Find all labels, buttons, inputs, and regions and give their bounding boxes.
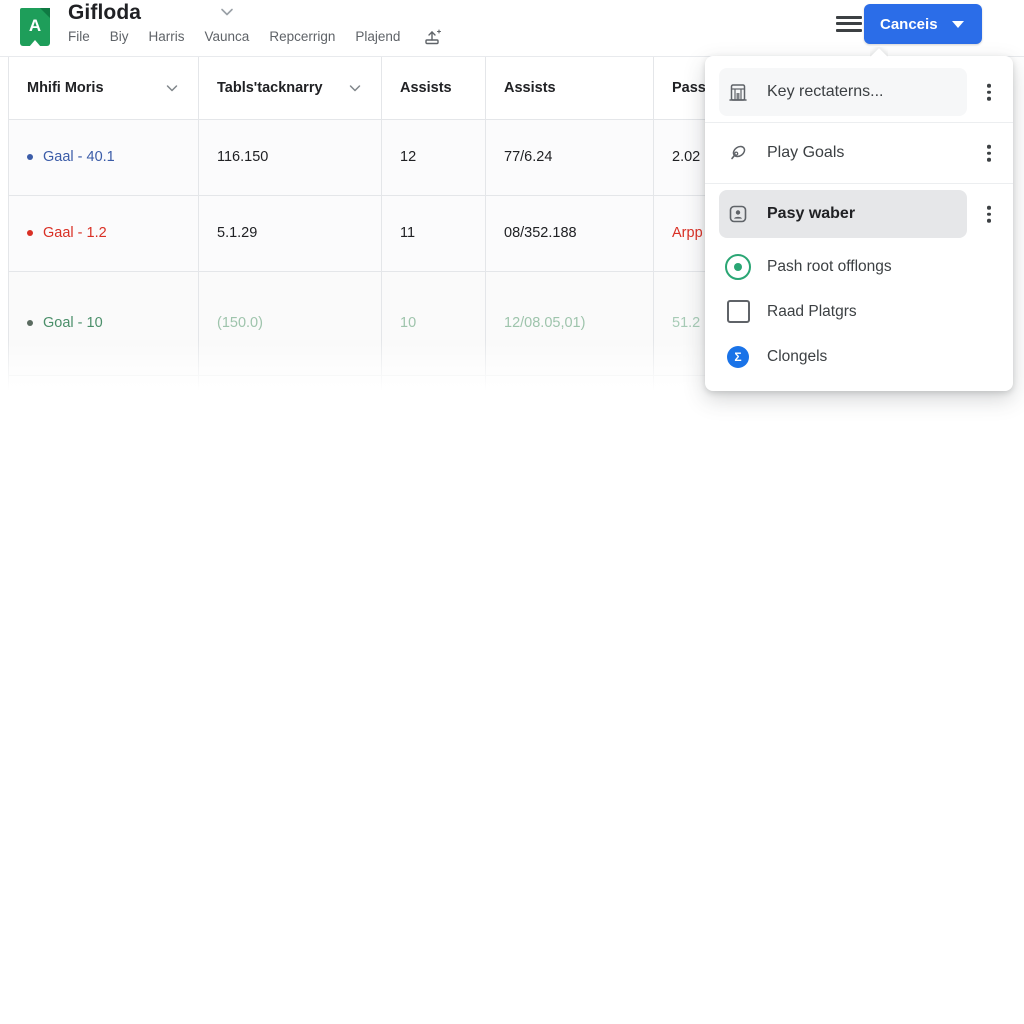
menu-item-key-rectaterns[interactable]: Key rectaterns... [705,62,1013,123]
menu-item-label: Key rectaterns... [767,83,884,100]
chevron-down-icon[interactable] [347,80,363,96]
status-dot [27,154,33,160]
column-header-mhifi-moris[interactable]: Mhifi Moris [8,57,199,120]
column-header-label: Tabls'tacknarry [217,79,323,96]
menu-item-biy[interactable]: Biy [100,27,139,47]
menu-bar: File Biy Harris Vaunca Repcerrign Plajen… [68,27,442,47]
column-header-label: Mhifi Moris [27,79,104,96]
menu-item-label: Clongels [767,347,828,365]
kebab-menu-icon[interactable] [987,142,991,165]
menu-item-plajend[interactable]: Plajend [345,27,410,47]
column-header-tabls-tacknarry[interactable]: Tabls'tacknarry [198,57,382,120]
column-header-assists-2[interactable]: Assists [485,57,654,120]
menu-item-pasy-waber[interactable]: Pasy waber [705,184,1013,244]
table-cell: 12 [381,119,486,196]
document-title: Gifloda [68,1,142,24]
table-cell: 5.1.29 [198,195,382,272]
caret-down-icon [951,20,964,28]
row-label: Gaal - 1.2 [43,225,107,241]
table-cell [198,375,382,407]
table-cell: 10 [381,271,486,376]
menu-item-play-goals[interactable]: Play Goals [705,123,1013,184]
menu-item-label: Pasy waber [767,205,856,222]
table-cell: 11 [381,195,486,272]
building-icon [723,77,753,107]
cancel-button[interactable]: Canceis [864,4,982,44]
kebab-menu-icon[interactable] [987,203,991,226]
status-dot [27,230,33,236]
table-cell [8,375,199,407]
table-cell: 116.150 [198,119,382,196]
table-cell: 12/08.05,01) [485,271,654,376]
menu-item-file[interactable]: File [68,27,100,47]
cancel-button-label: Canceis [880,15,938,33]
chevron-down-icon[interactable] [218,3,236,21]
menu-item-label: Raad Platgrs [767,302,857,320]
id-card-icon [723,199,753,229]
row-label-cell: Goal - 10 [8,271,199,376]
menu-item-pash-root-offlongs[interactable]: Pash root offlongs [705,244,1013,289]
app-logo-icon: A [20,8,50,47]
table-cell: (150.0) [198,271,382,376]
table-cell: 77/6.24 [485,119,654,196]
menu-item-label: Pash root offlongs [767,257,892,275]
menu-item-harris[interactable]: Harris [139,27,195,47]
row-label-cell: Gaal - 1.2 [8,195,199,272]
menu-item-label: Play Goals [767,144,845,161]
menu-item-vaunca[interactable]: Vaunca [195,27,260,47]
dropdown-menu: Key rectaterns... Play Goals Pasy waber … [705,56,1013,391]
chevron-down-icon[interactable] [164,80,180,96]
table-cell [381,375,486,407]
tag-icon [723,138,753,168]
circle-plus-icon [723,252,753,282]
popover-tail [870,47,888,57]
status-dot [27,320,33,326]
row-label: Goal - 10 [43,315,103,331]
row-label: Gaal - 40.1 [43,149,115,165]
menu-item-clongels[interactable]: Σ Clongels [705,334,1013,379]
slide-upload-icon[interactable] [422,27,442,47]
table-cell [485,375,654,407]
menu-item-raad-platgrs[interactable]: Raad Platgrs [705,289,1013,334]
row-label-cell: Gaal - 40.1 [8,119,199,196]
menu-item-repcerrign[interactable]: Repcerrign [259,27,345,47]
kebab-menu-icon[interactable] [987,81,991,104]
app-root: A Gifloda File Biy Harris Vaunca Repcerr… [0,0,1024,1024]
column-header-assists-1[interactable]: Assists [381,57,486,120]
checkbox-icon[interactable] [723,297,753,327]
app-logo-letter: A [28,16,42,35]
blue-badge-icon: Σ [723,342,753,372]
table-cell: 08/352.188 [485,195,654,272]
hamburger-menu-icon[interactable] [834,10,864,36]
